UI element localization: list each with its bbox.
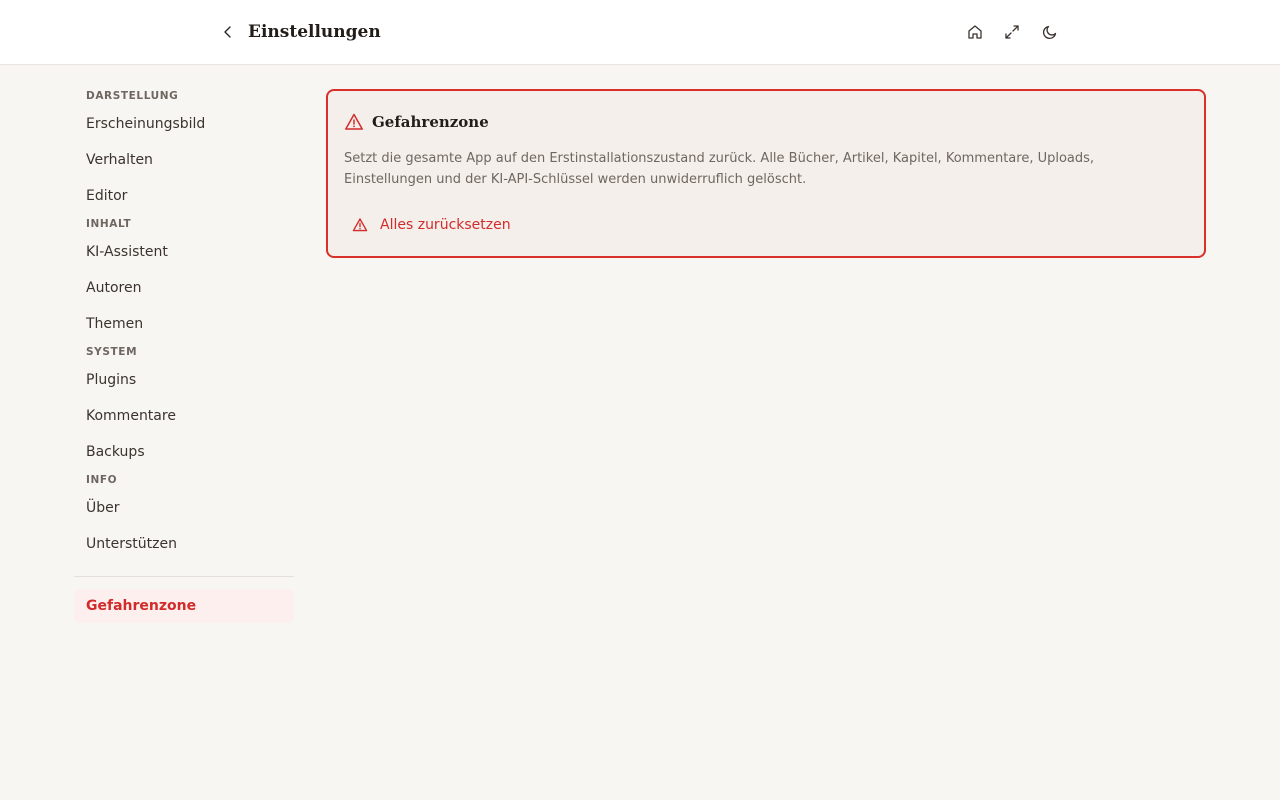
top-bar: Einstellungen: [0, 0, 1280, 65]
fullscreen-button[interactable]: [1000, 20, 1024, 44]
danger-zone-title: Gefahrenzone: [372, 113, 489, 131]
danger-zone-header: Gefahrenzone: [344, 111, 489, 133]
danger-zone-card: Gefahrenzone Setzt die gesamte App auf d…: [326, 89, 1206, 258]
danger-zone-description: Setzt die gesamte App auf den Erstinstal…: [344, 151, 1095, 187]
sidebar-item-kommentare[interactable]: Kommentare: [74, 398, 294, 434]
sidebar-item-backups[interactable]: Backups: [74, 434, 294, 470]
reset-all-label: Alles zurücksetzen: [380, 217, 511, 233]
theme-toggle-button[interactable]: [1038, 20, 1062, 44]
sidebar-item-unterstuetzen[interactable]: Unterstützen: [74, 526, 294, 562]
sidebar-item-gefahrenzone[interactable]: Gefahrenzone: [74, 589, 294, 623]
sidebar-item-plugins[interactable]: Plugins: [74, 362, 294, 398]
sidebar-item-ueber[interactable]: Über: [74, 490, 294, 526]
warning-icon: [345, 113, 363, 130]
sidebar-item-editor[interactable]: Editor: [74, 178, 294, 214]
home-icon: [968, 25, 982, 39]
moon-icon: [1042, 25, 1057, 40]
home-button[interactable]: [963, 20, 987, 44]
sidebar-item-themen[interactable]: Themen: [74, 306, 294, 342]
section-title-system: SYSTEM: [86, 346, 138, 358]
back-button[interactable]: [216, 20, 240, 44]
expand-icon: [1005, 25, 1019, 39]
sidebar-item-ki-assistent[interactable]: KI-Assistent: [74, 234, 294, 270]
chevron-left-icon: [224, 26, 231, 38]
page-title: Einstellungen: [248, 22, 381, 42]
settings-sidebar: DARSTELLUNG Erscheinungsbild Verhalten E…: [74, 86, 294, 623]
sidebar-item-erscheinungsbild[interactable]: Erscheinungsbild: [74, 106, 294, 142]
section-title-info: INFO: [86, 474, 118, 486]
section-title-inhalt: INHALT: [86, 218, 132, 230]
reset-all-button[interactable]: Alles zurücksetzen: [352, 211, 511, 239]
sidebar-item-verhalten[interactable]: Verhalten: [74, 142, 294, 178]
sidebar-item-autoren[interactable]: Autoren: [74, 270, 294, 306]
sidebar-divider: [74, 576, 294, 577]
warning-icon: [352, 218, 368, 232]
section-title-darstellung: DARSTELLUNG: [86, 90, 179, 102]
